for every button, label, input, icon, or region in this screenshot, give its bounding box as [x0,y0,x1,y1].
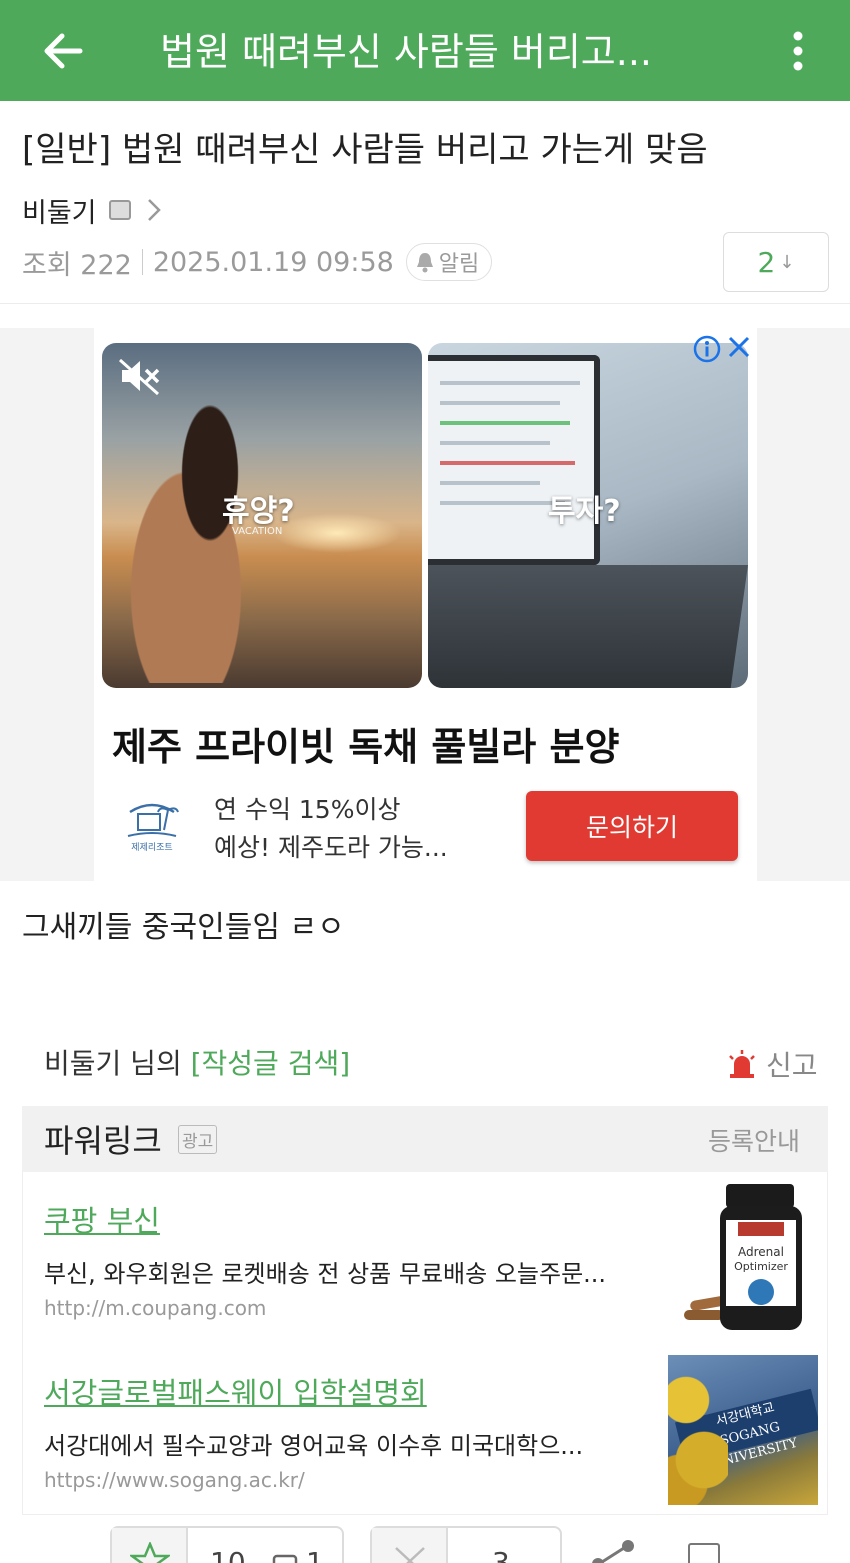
arrow-down-icon: ↓ [779,251,795,273]
x-icon [395,1547,425,1563]
post-meta: 조회 222 2025.01.19 09:58 알림 [22,240,493,284]
report-button[interactable]: 신고 [726,1044,818,1084]
report-label: 신고 [766,1049,818,1082]
powerlink-item-desc[interactable]: 서강대에서 필수교양과 영어교육 이수후 미국대학으... [44,1426,583,1461]
author-search-link[interactable]: [작성글 검색] [191,1047,351,1080]
author-name: 비둘기 [22,197,97,229]
bookmark-icon[interactable] [688,1543,720,1563]
recommend-count: 10 [210,1546,246,1563]
star-icon [130,1542,170,1563]
powerlink-item-url[interactable]: http://m.coupang.com [44,1296,266,1320]
author-post-search: 비둘기 님의 [작성글 검색] [44,1042,350,1082]
alarm-label: 알림 [438,252,480,277]
dislike-group: 3 [370,1526,562,1563]
svg-text:Optimizer: Optimizer [734,1260,788,1273]
info-icon[interactable] [692,334,722,364]
ad-image1-subcaption: VACATION [232,526,283,537]
sogang-university-image[interactable]: 서강대학교 SOGANG UNIVERSITY [668,1355,818,1505]
more-vertical-icon[interactable] [780,28,816,74]
reply-jump-button[interactable]: 2 ↓ [723,232,829,292]
share-icon[interactable] [590,1538,636,1563]
dislike-button[interactable] [372,1528,448,1563]
ad-headline[interactable]: 제주 프라이빗 독채 풀빌라 분양 [112,716,619,771]
recommend-group: 10 1 [110,1526,344,1563]
register-link[interactable]: 등록안내 [708,1122,800,1158]
member-badge-icon [108,200,131,220]
dislike-count: 3 [492,1546,510,1563]
chevron-right-icon [147,199,161,221]
page-title: 법원 때려부신 사람들 버리고... [160,30,652,74]
powerlink-item-title[interactable]: 서강글로벌패스웨이 입학설명회 [44,1370,427,1412]
ad-tag: 광고 [178,1125,218,1154]
powerlink-item-title[interactable]: 쿠팡 부신 [44,1198,160,1240]
resort-logo: 제제리조트 [127,803,179,853]
post-datetime: 2025.01.19 09:58 [152,246,394,278]
siren-icon [729,1050,755,1078]
svg-text:제제리조트: 제제리조트 [131,842,172,853]
ad-image1-caption: 휴양? [222,494,295,529]
post-title: [일반] 법원 때려부신 사람들 버리고 가는게 맞음 [22,130,708,170]
ad-description-line1: 연 수익 15%이상 [214,795,401,824]
view-count: 조회 222 [22,249,132,281]
powerlink-title: 파워링크 [44,1122,162,1160]
ad-image2-caption: 투자? [548,494,621,529]
author-search-prefix: 비둘기 님의 [44,1047,191,1080]
svg-text:Adrenal: Adrenal [738,1245,784,1259]
header-divider [0,303,850,304]
alarm-button[interactable]: 알림 [405,243,493,281]
arrow-left-icon[interactable] [40,28,86,74]
recommend-button[interactable] [112,1528,188,1563]
mute-icon[interactable] [118,356,162,396]
powerlink-item-desc[interactable]: 부신, 와우회원은 로켓배송 전 상품 무료배송 오늘주문... [44,1254,606,1289]
reply-count: 2 [757,245,776,279]
comment-icon [272,1554,298,1563]
post-body: 그새끼들 중국인들임 ㄹㅇ [22,910,345,945]
ad-inquiry-button[interactable]: 문의하기 [526,791,738,861]
bell-icon [416,253,433,273]
meta-divider [141,249,143,275]
comment-count[interactable]: 1 [306,1546,324,1563]
ad-description-line2: 예상! 제주도라 가능... [214,833,448,862]
powerlink-item-url[interactable]: https://www.sogang.ac.kr/ [44,1468,305,1492]
close-icon[interactable] [726,334,752,360]
author-link[interactable]: 비둘기 [22,190,165,230]
top-app-bar: 법원 때려부신 사람들 버리고... [0,0,850,101]
supplement-bottle-image[interactable]: Adrenal Optimizer [680,1180,810,1332]
